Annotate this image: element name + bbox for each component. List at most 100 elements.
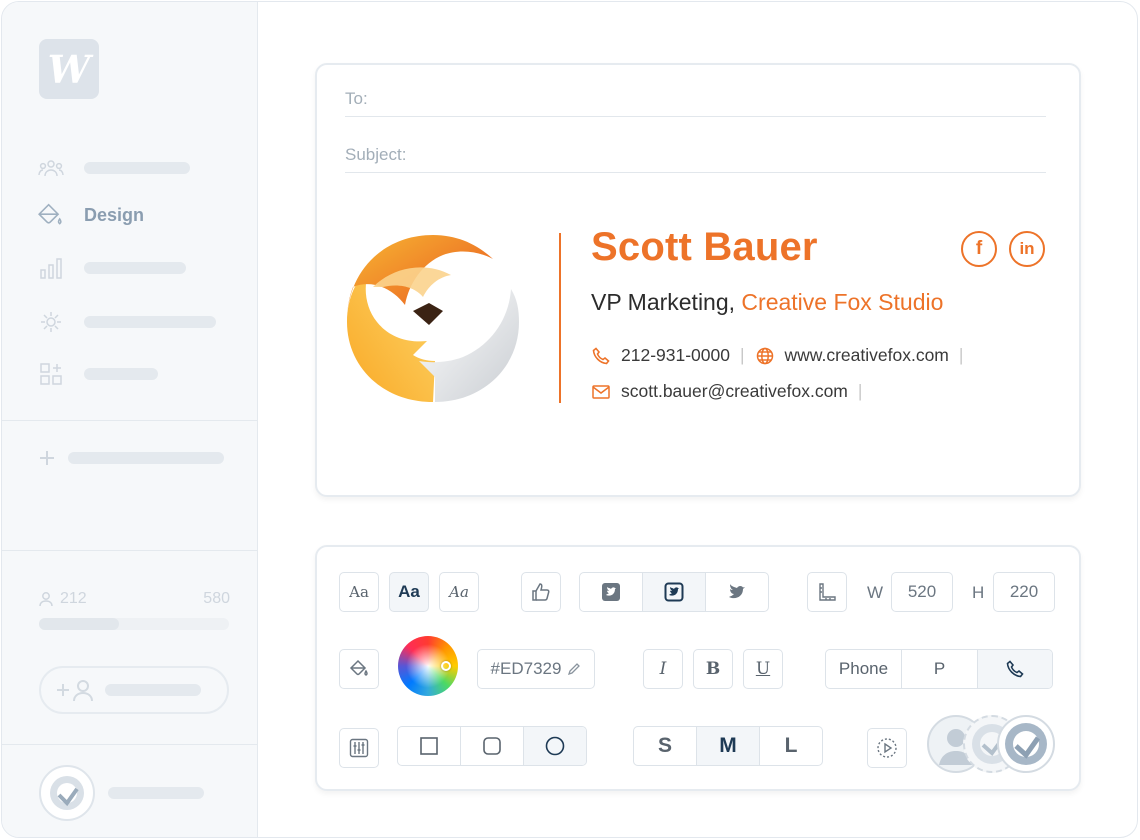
sidebar-item-placeholder <box>84 262 186 274</box>
shape-square-option[interactable] <box>398 727 461 765</box>
email-preview-card: To: Subject: Scott Bauer VP Marketing, C… <box>315 63 1081 497</box>
size-large-option[interactable]: L <box>760 727 822 765</box>
sidebar: W Design 212 580 <box>2 2 258 837</box>
phone-format-word[interactable]: Phone <box>826 650 902 688</box>
phone-icon <box>591 346 611 366</box>
twitter-icon <box>729 584 745 599</box>
company-name: Creative Fox Studio <box>741 289 944 315</box>
hex-color-value: #ED7329 <box>490 659 562 678</box>
font-sans-label: Aa <box>398 582 420 601</box>
color-wheel-picker[interactable] <box>398 636 458 696</box>
social-style-square[interactable] <box>580 573 643 611</box>
signature-contact-line-2: scott.bauer@creativefox.com | <box>591 381 872 402</box>
phone-icon <box>1006 660 1024 678</box>
rounded-shape-icon <box>483 737 501 755</box>
circle-shape-icon <box>545 736 565 756</box>
font-script-button[interactable]: Aa <box>439 572 479 612</box>
sidebar-item-placeholder <box>84 316 216 328</box>
bold-button[interactable]: B <box>693 649 733 689</box>
font-sans-button[interactable]: Aa <box>389 572 429 612</box>
account-name-placeholder <box>108 787 204 799</box>
app-frame: W Design 212 580 To: Subject: Scott Baue… <box>1 1 1138 838</box>
size-medium-option[interactable]: M <box>697 727 760 765</box>
size-medium-label: M <box>719 734 737 757</box>
italic-label: I <box>659 659 667 679</box>
user-limit-value: 580 <box>203 590 230 607</box>
signature-email[interactable]: scott.bauer@creativefox.com <box>621 381 848 402</box>
shape-circle-option[interactable] <box>524 727 586 765</box>
font-script-label: Aa <box>449 583 469 601</box>
globe-icon <box>755 346 775 366</box>
square-shape-icon <box>420 737 438 755</box>
user-icon <box>39 592 53 607</box>
height-value: 220 <box>1009 582 1039 601</box>
phone-format-group: Phone P <box>825 649 1053 689</box>
layout-settings-button[interactable] <box>339 728 379 768</box>
shape-style-group <box>397 726 587 766</box>
phone-format-icon[interactable] <box>978 650 1052 688</box>
underline-label: U <box>755 659 771 679</box>
signature-title: VP Marketing, Creative Fox Studio <box>591 289 943 316</box>
hex-color-input[interactable]: #ED7329 <box>477 649 595 689</box>
logo-avatar-icon <box>1005 723 1047 765</box>
sidebar-item-apps[interactable] <box>36 359 158 389</box>
bold-label: B <box>705 659 721 679</box>
account-logo-icon <box>50 776 84 810</box>
ruler-icon <box>819 583 836 601</box>
eyedropper-icon[interactable] <box>567 662 581 676</box>
underline-button[interactable]: U <box>743 649 783 689</box>
paint-bucket-icon <box>36 200 66 230</box>
sidebar-add-item[interactable] <box>36 443 224 473</box>
account-avatar[interactable] <box>39 765 95 821</box>
plus-icon <box>36 443 58 473</box>
app-logo[interactable]: W <box>39 39 99 99</box>
size-large-label: L <box>784 734 798 757</box>
italic-button[interactable]: I <box>643 649 683 689</box>
to-label: To: <box>345 89 368 108</box>
width-value: 520 <box>907 582 937 601</box>
width-input[interactable]: 520 <box>891 572 953 612</box>
sliders-icon <box>349 738 369 758</box>
sidebar-item-placeholder <box>68 452 224 464</box>
social-style-button[interactable] <box>521 572 561 612</box>
color-wheel-knob[interactable] <box>441 661 451 671</box>
add-apps-icon <box>36 359 66 389</box>
signature-divider <box>559 233 561 403</box>
phone-format-letter-label: P <box>933 659 946 678</box>
sidebar-item-placeholder <box>84 368 158 380</box>
social-icon-style-group <box>579 572 769 612</box>
shape-rounded-option[interactable] <box>461 727 524 765</box>
width-label: W <box>867 583 884 602</box>
avatar-logo-option[interactable] <box>997 715 1055 773</box>
add-user-icon <box>57 680 93 702</box>
add-user-button[interactable] <box>39 666 229 714</box>
social-style-outline[interactable] <box>643 573 706 611</box>
mail-icon <box>591 382 611 402</box>
phone-format-letter[interactable]: P <box>902 650 978 688</box>
signature-website[interactable]: www.creativefox.com <box>785 345 949 366</box>
separator: | <box>739 345 745 365</box>
animation-button[interactable] <box>867 728 907 768</box>
font-serif-button[interactable]: Aa <box>339 572 379 612</box>
subject-field[interactable]: Subject: <box>345 121 1046 173</box>
twitter-outline-icon <box>664 582 684 602</box>
size-small-option[interactable]: S <box>634 727 697 765</box>
facebook-icon[interactable]: f <box>961 231 997 267</box>
height-input[interactable]: 220 <box>993 572 1055 612</box>
font-serif-label: Aa <box>349 583 369 601</box>
to-field[interactable]: To: <box>345 65 1046 117</box>
height-label: H <box>972 583 985 602</box>
user-count-value: 212 <box>60 590 87 607</box>
subject-label: Subject: <box>345 145 407 164</box>
signature-phone: 212-931-0000 <box>621 345 730 365</box>
social-style-plain[interactable] <box>706 573 768 611</box>
sidebar-item-design[interactable]: Design <box>36 200 144 230</box>
linkedin-icon[interactable]: in <box>1009 231 1045 267</box>
sidebar-item-analytics[interactable] <box>36 253 186 283</box>
sidebar-item-integrations[interactable] <box>36 307 216 337</box>
linkedin-glyph: in <box>1019 239 1035 258</box>
design-toolbar: Aa Aa Aa W 520 H 220 #ED7329 I B U Phone… <box>315 545 1081 791</box>
sidebar-item-team[interactable] <box>36 153 190 183</box>
dimensions-button[interactable] <box>807 572 847 612</box>
fill-color-button[interactable] <box>339 649 379 689</box>
